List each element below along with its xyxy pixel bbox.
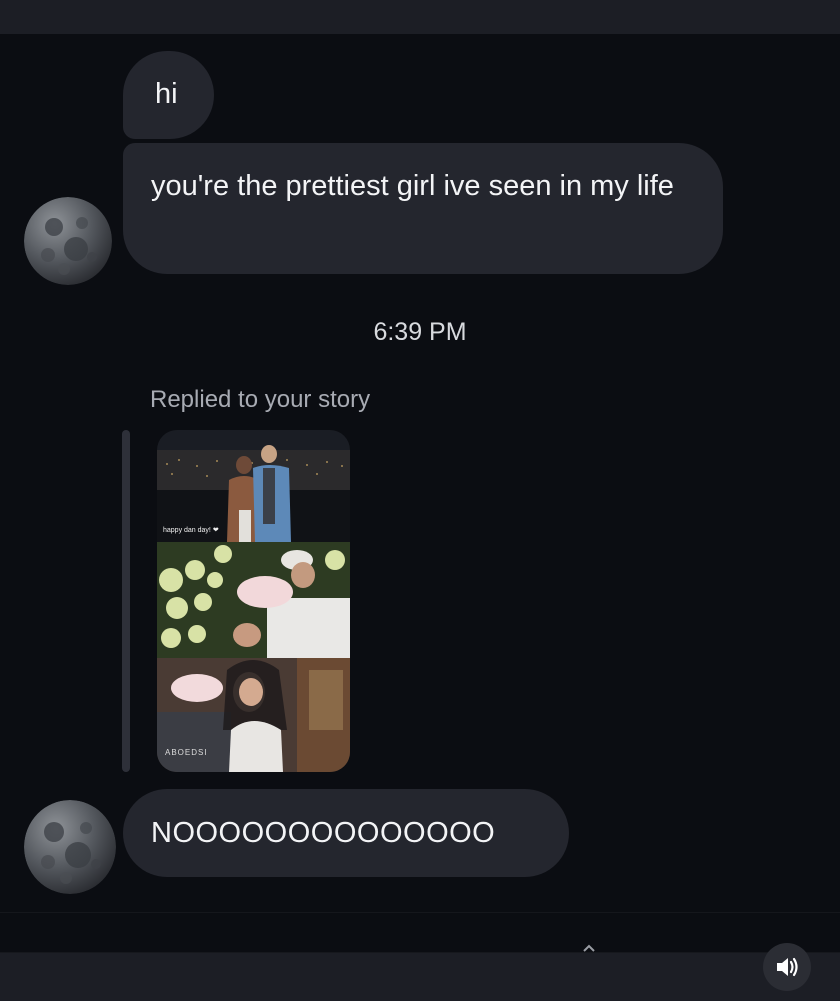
message-text: hi (155, 78, 178, 110)
message-bubble-hi[interactable]: hi (123, 51, 214, 139)
message-text: NOOOOOOOOOOOOOO (151, 817, 496, 849)
message-text: you're the prettiest girl ive seen in my… (151, 170, 674, 202)
moon-avatar-icon[interactable] (24, 800, 116, 894)
story-image (157, 430, 350, 772)
bottom-bar (0, 952, 840, 1001)
reply-indicator-bar (122, 430, 130, 772)
timestamp: 6:39 PM (373, 318, 467, 346)
sound-button[interactable] (763, 943, 811, 991)
moon-avatar-icon[interactable] (24, 197, 112, 285)
divider (0, 912, 840, 913)
message-bubble-no[interactable]: NOOOOOOOOOOOOOO (123, 789, 569, 877)
speaker-icon (777, 957, 798, 977)
top-bar (0, 0, 840, 34)
shirt-text: ABOEDSI (165, 748, 208, 757)
message-bubble-compliment[interactable]: you're the prettiest girl ive seen in my… (123, 143, 723, 274)
chevron-up-icon[interactable] (583, 944, 595, 952)
story-caption: happy dan day! ❤ (163, 527, 219, 534)
replied-to-story-label: Replied to your story (150, 386, 371, 413)
story-thumbnail[interactable]: happy dan day! ❤ ABOEDSI (157, 430, 350, 772)
